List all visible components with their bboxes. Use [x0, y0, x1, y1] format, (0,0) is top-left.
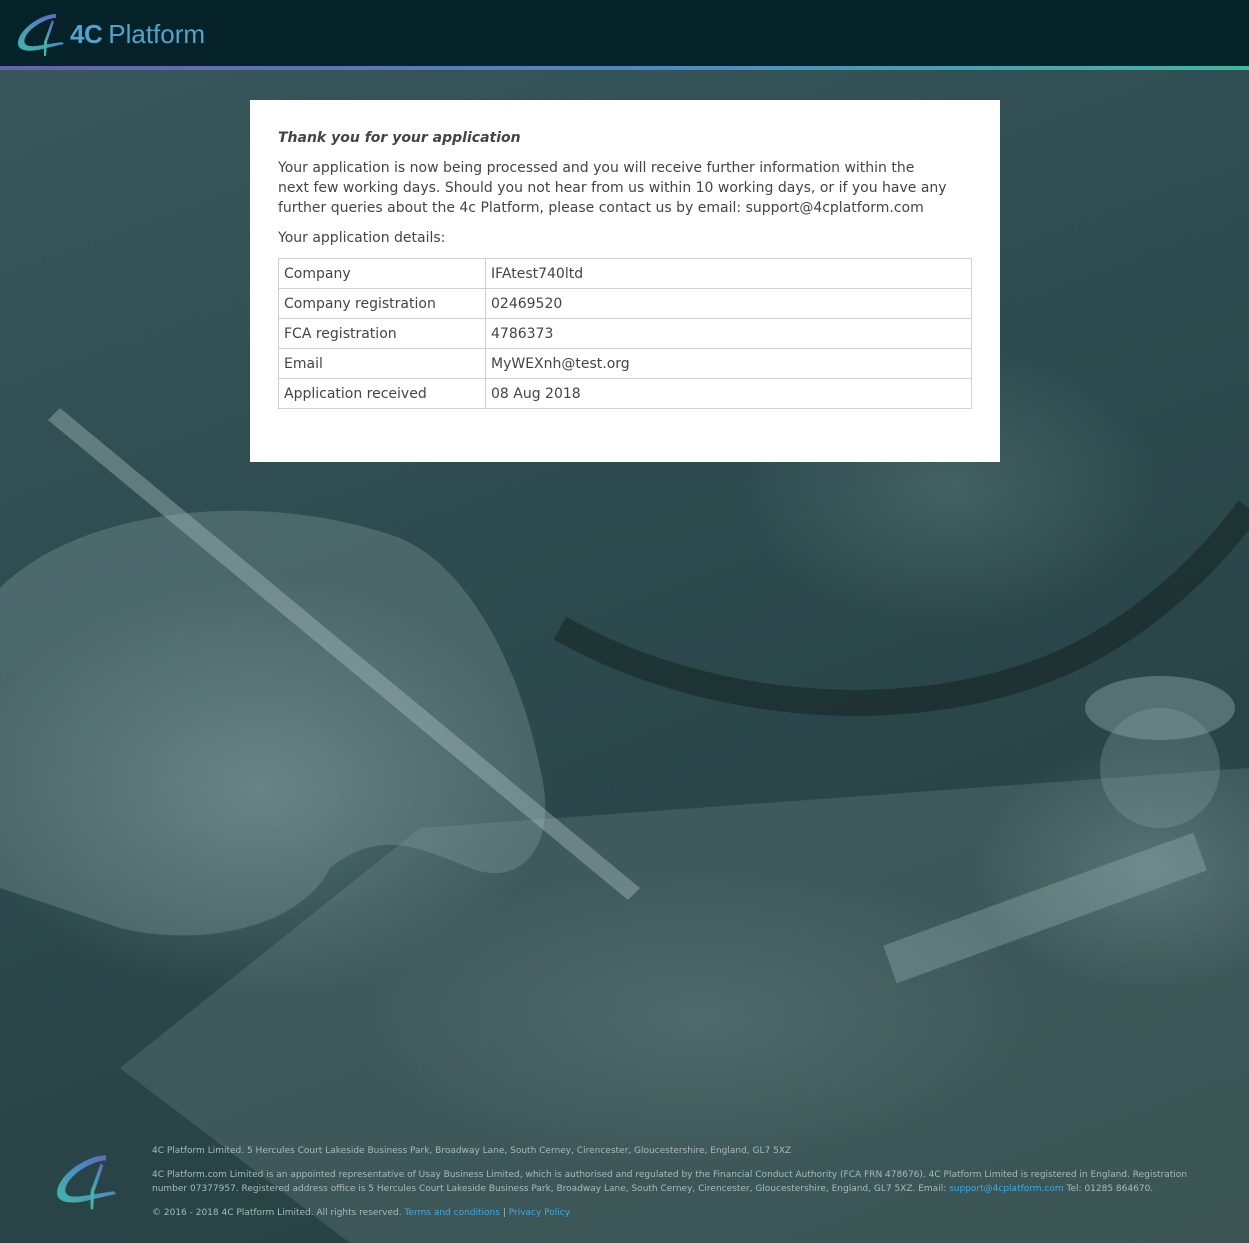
detail-value: MyWEXnh@test.org: [485, 348, 972, 379]
detail-value: 4786373: [485, 318, 972, 349]
top-header: 4C Platform: [0, 0, 1249, 66]
table-row: Company IFAtest740ltd: [278, 258, 972, 289]
footer-separator: |: [502, 1208, 506, 1218]
detail-key: Email: [278, 348, 486, 379]
footer-email-link[interactable]: support@4cplatform.com: [949, 1184, 1064, 1194]
application-details-table: Company IFAtest740ltd Company registrati…: [278, 258, 972, 409]
detail-value: IFAtest740ltd: [485, 258, 972, 289]
header-gradient-bar: [0, 66, 1249, 70]
brand-name-light: Platform: [108, 18, 206, 49]
table-row: Email MyWEXnh@test.org: [278, 348, 972, 379]
detail-key: Application received: [278, 378, 486, 409]
footer-regulatory: 4C Platform.com Limited is an appointed …: [152, 1168, 1202, 1196]
4c-logo-icon: [57, 1155, 117, 1210]
table-row: Application received 08 Aug 2018: [278, 378, 972, 409]
detail-value: 02469520: [485, 288, 972, 319]
page-footer: 4C Platform Limited. 5 Hercules Court La…: [0, 1130, 1249, 1243]
brand-name-bold: 4C: [70, 18, 103, 49]
table-row: FCA registration 4786373: [278, 318, 972, 349]
table-row: Company registration 02469520: [278, 288, 972, 319]
4c-logo-icon: [17, 14, 64, 56]
detail-key: Company: [278, 258, 486, 289]
card-message: Your application is now being processed …: [278, 160, 947, 216]
footer-text: 4C Platform Limited. 5 Hercules Court La…: [152, 1144, 1202, 1230]
footer-address: 4C Platform Limited. 5 Hercules Court La…: [152, 1146, 792, 1156]
detail-key: FCA registration: [278, 318, 486, 349]
detail-value: 08 Aug 2018: [485, 378, 972, 409]
confirmation-card: Thank you for your application Your appl…: [250, 100, 1000, 462]
card-title: Thank you for your application: [278, 130, 521, 146]
brand-logo[interactable]: 4C Platform: [14, 10, 205, 58]
terms-link[interactable]: Terms and conditions: [404, 1208, 499, 1218]
footer-copyright: © 2016 - 2018 4C Platform Limited. All r…: [152, 1208, 402, 1218]
footer-tel: Tel: 01285 864670.: [1066, 1184, 1154, 1194]
detail-key: Company registration: [278, 288, 486, 319]
details-label: Your application details:: [278, 230, 446, 246]
privacy-link[interactable]: Privacy Policy: [509, 1208, 570, 1218]
footer-copyright-line: © 2016 - 2018 4C Platform Limited. All r…: [152, 1206, 1202, 1220]
